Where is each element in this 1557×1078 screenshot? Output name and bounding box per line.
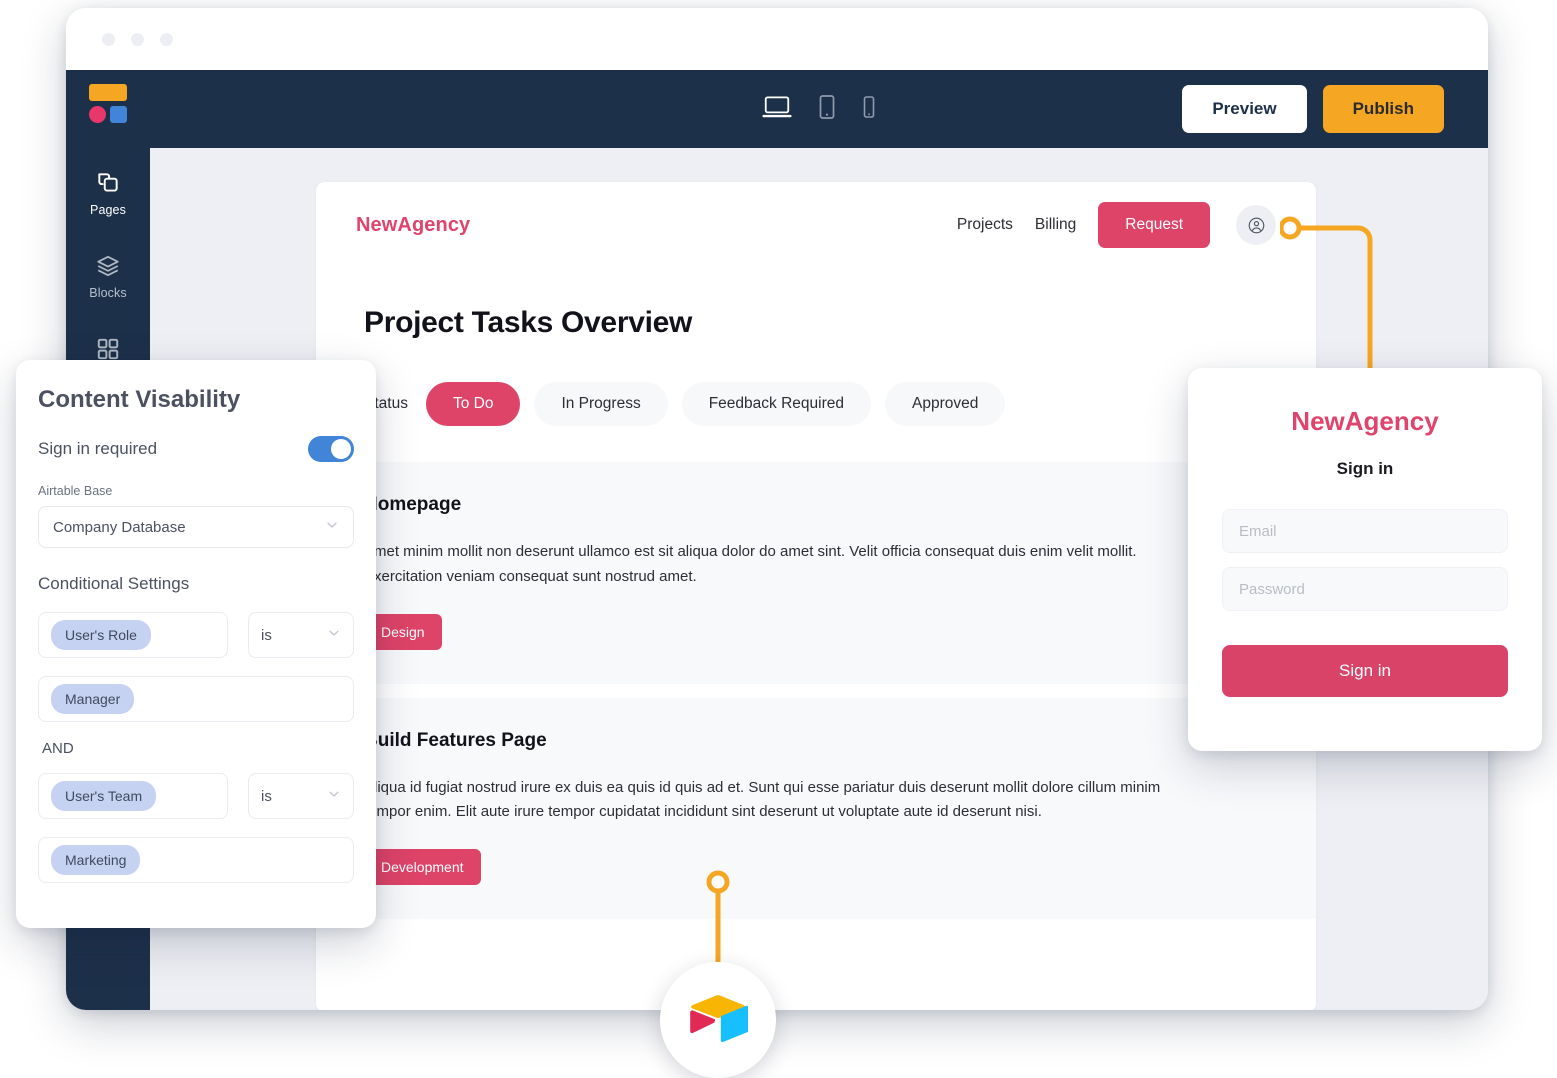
condition-value-pill: Manager [51, 684, 135, 714]
status-filter-bar: Status To Do In Progress Feedback Requir… [364, 382, 1316, 426]
condition-row-1: User's Role is [38, 612, 354, 658]
content-visibility-panel: Content Visability Sign in required Airt… [16, 360, 376, 928]
sign-in-required-row: Sign in required [38, 436, 354, 462]
window-minimize-dot[interactable] [131, 32, 144, 46]
signin-title: Sign in [1336, 459, 1394, 478]
publish-button[interactable]: Publish [1322, 85, 1444, 133]
airtable-logo-badge [660, 962, 776, 1078]
sidebar-item-label: Blocks [89, 286, 127, 300]
filter-tab-approved[interactable]: Approved [885, 382, 1006, 426]
logo-square-shape [110, 106, 127, 123]
condition-value-1[interactable]: Manager [38, 676, 354, 722]
screenshot-stage: Pages Blocks Preview Publish NewAgency P… [0, 0, 1557, 1078]
condition-value-pill: Marketing [51, 845, 141, 875]
condition-row-2: User's Team is [38, 773, 354, 819]
sidebar-item-pages[interactable]: Pages [66, 170, 150, 217]
condition-field-pill: User's Role [51, 620, 151, 650]
signin-modal: NewAgency Sign in Sign in [1188, 368, 1542, 751]
filter-tab-in-progress[interactable]: In Progress [534, 382, 668, 426]
task-description: Aliqua id fugiat nostrud irure ex duis e… [364, 778, 1161, 821]
nav-link-billing[interactable]: Billing [1035, 216, 1076, 234]
airtable-base-label: Airtable Base [38, 484, 113, 498]
signin-logo: NewAgency [1291, 406, 1439, 436]
app-logo[interactable] [86, 84, 130, 124]
logo-bar-shape [89, 84, 127, 101]
desktop-icon[interactable] [762, 94, 792, 125]
pages-icon [95, 170, 121, 196]
condition-field-pill: User's Team [51, 781, 157, 811]
nav-link-projects[interactable]: Projects [957, 216, 1013, 234]
task-tag: Development [364, 849, 481, 885]
sign-in-required-label: Sign in required [38, 439, 158, 458]
task-list: Homepage Amet minim mollit non deserunt … [316, 462, 1316, 919]
password-field[interactable] [1222, 567, 1508, 611]
email-field[interactable] [1222, 509, 1508, 553]
site-navbar: NewAgency Projects Billing Request [316, 182, 1316, 268]
task-title: Homepage [364, 494, 462, 515]
chevron-down-icon [327, 787, 341, 805]
site-preview: NewAgency Projects Billing Request Proje… [316, 182, 1316, 1010]
site-logo[interactable]: NewAgency [356, 214, 470, 237]
panel-title: Content Visability [38, 386, 241, 413]
topbar-actions: Preview Publish [1182, 85, 1444, 133]
blocks-icon [95, 253, 121, 279]
condition-joiner: AND [42, 740, 74, 757]
chevron-down-icon [327, 626, 341, 644]
task-row[interactable]: Homepage Amet minim mollit non deserunt … [316, 462, 1316, 684]
browser-chrome-bar [66, 8, 1488, 70]
condition-operator-value: is [261, 626, 272, 644]
site-nav-links: Projects Billing Request [957, 202, 1276, 248]
mobile-icon[interactable] [862, 94, 876, 125]
filter-tab-todo[interactable]: To Do [425, 382, 521, 426]
sign-in-required-toggle[interactable] [308, 436, 354, 462]
window-maximize-dot[interactable] [160, 32, 173, 46]
editor-topbar: Preview Publish [150, 70, 1488, 148]
condition-field-1[interactable]: User's Role [38, 612, 228, 658]
condition-operator-2[interactable]: is [248, 773, 354, 819]
airtable-base-select[interactable]: Company Database [38, 506, 354, 548]
preview-button[interactable]: Preview [1182, 85, 1307, 133]
avatar[interactable] [1236, 205, 1276, 245]
airtable-base-value: Company Database [53, 518, 186, 536]
filter-tab-feedback-required[interactable]: Feedback Required [681, 382, 871, 426]
device-switcher [762, 94, 876, 125]
condition-operator-value: is [261, 787, 272, 805]
signin-button[interactable]: Sign in [1222, 645, 1508, 697]
request-button[interactable]: Request [1098, 202, 1210, 248]
condition-operator-1[interactable]: is [248, 612, 354, 658]
chevron-down-icon [325, 518, 339, 536]
condition-value-2[interactable]: Marketing [38, 837, 354, 883]
sidebar-item-blocks[interactable]: Blocks [66, 253, 150, 300]
page-title: Project Tasks Overview [364, 306, 693, 339]
airtable-logo-icon [688, 993, 749, 1048]
logo-circle-shape [89, 106, 106, 123]
data-icon [95, 336, 121, 362]
conditional-settings-title: Conditional Settings [38, 574, 190, 593]
window-close-dot[interactable] [102, 32, 115, 46]
task-description: Amet minim mollit non deserunt ullamco e… [364, 543, 1137, 585]
condition-field-2[interactable]: User's Team [38, 773, 228, 819]
tablet-icon[interactable] [818, 94, 836, 125]
task-title: Build Features Page [364, 729, 547, 751]
toggle-knob [331, 439, 351, 459]
task-row[interactable]: Build Features Page Aliqua id fugiat nos… [316, 697, 1316, 919]
sidebar-item-label: Pages [90, 203, 126, 217]
